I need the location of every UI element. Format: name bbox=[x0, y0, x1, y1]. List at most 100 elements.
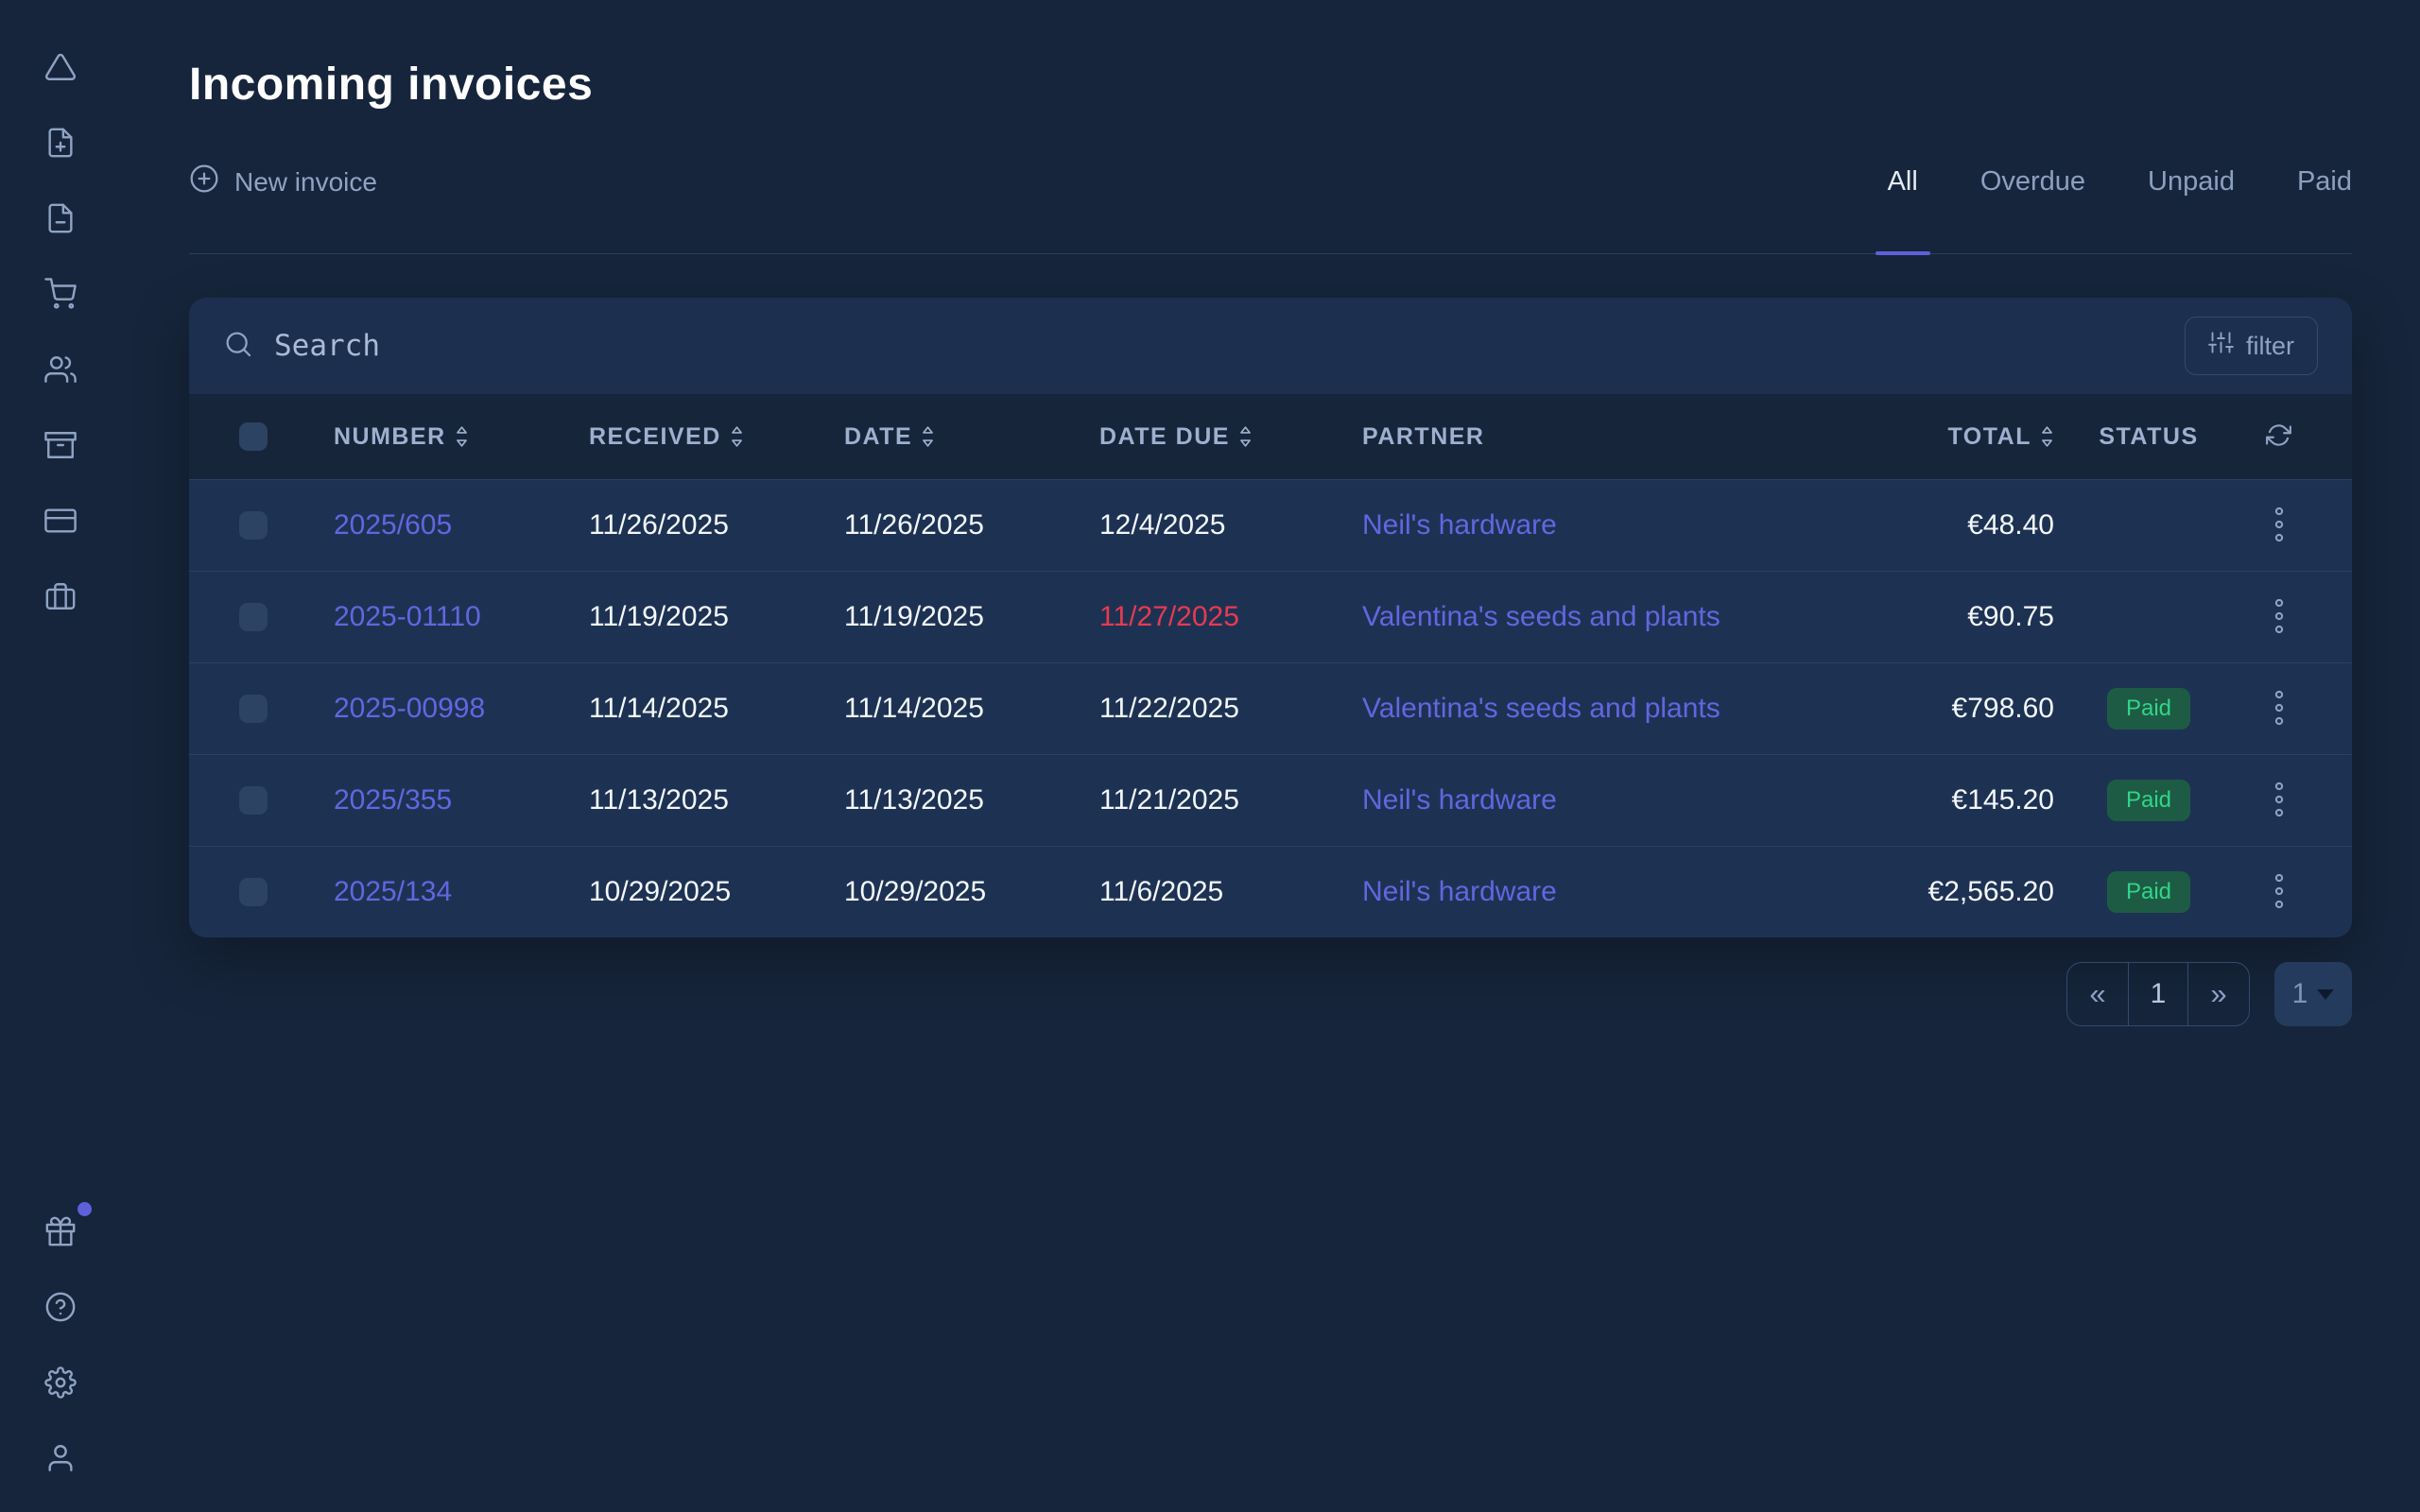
row-menu-button[interactable] bbox=[2273, 689, 2285, 730]
invoice-date: 11/26/2025 bbox=[832, 480, 1087, 571]
sliders-icon bbox=[2208, 330, 2234, 362]
row-checkbox[interactable] bbox=[239, 511, 268, 540]
sidebar-item-archive[interactable] bbox=[44, 429, 77, 461]
invoice-number-link[interactable]: 2025/605 bbox=[321, 480, 577, 571]
new-invoice-label: New invoice bbox=[234, 167, 377, 198]
kebab-menu-icon bbox=[2273, 597, 2285, 638]
invoice-number-link[interactable]: 2025/134 bbox=[321, 847, 577, 937]
column-label: DATE bbox=[844, 423, 912, 451]
table-row: 2025-00998 11/14/2025 11/14/2025 11/22/2… bbox=[189, 662, 2352, 754]
received-date: 11/26/2025 bbox=[577, 480, 832, 571]
column-label: PARTNER bbox=[1362, 423, 1484, 451]
column-header-received[interactable]: RECEIVED bbox=[577, 394, 832, 479]
column-header-status[interactable]: STATUS bbox=[2054, 394, 2243, 479]
filter-button[interactable]: filter bbox=[2185, 317, 2318, 375]
filter-label: filter bbox=[2246, 332, 2294, 361]
sidebar-item-user[interactable] bbox=[44, 1442, 77, 1474]
tab-paid[interactable]: Paid bbox=[2297, 111, 2352, 253]
file-minus-icon bbox=[44, 202, 77, 234]
sort-icon bbox=[2040, 425, 2054, 448]
page-title: Incoming invoices bbox=[189, 59, 2352, 111]
sidebar-logo[interactable] bbox=[44, 51, 77, 83]
refresh-icon bbox=[2266, 422, 2291, 451]
partner-link[interactable]: Valentina's seeds and plants bbox=[1350, 572, 1789, 662]
sidebar-item-gift[interactable] bbox=[44, 1215, 77, 1247]
sidebar-item-cart[interactable] bbox=[44, 278, 77, 310]
column-label: NUMBER bbox=[334, 423, 446, 451]
received-date: 11/19/2025 bbox=[577, 572, 832, 662]
tab-all[interactable]: All bbox=[1888, 111, 1918, 253]
status-badge: Paid bbox=[2107, 780, 2190, 821]
column-label: TOTAL bbox=[1947, 423, 2031, 451]
gift-icon bbox=[44, 1215, 77, 1247]
kebab-menu-icon bbox=[2273, 506, 2285, 546]
notification-dot bbox=[78, 1202, 92, 1216]
row-checkbox[interactable] bbox=[239, 695, 268, 723]
column-header-total[interactable]: TOTAL bbox=[1789, 394, 2054, 479]
refresh-button[interactable] bbox=[2266, 422, 2291, 451]
help-circle-icon bbox=[44, 1291, 77, 1323]
column-header-partner[interactable]: PARTNER bbox=[1350, 394, 1789, 479]
sort-icon bbox=[921, 425, 935, 448]
row-checkbox[interactable] bbox=[239, 603, 268, 631]
pager-group: « 1 » bbox=[2066, 962, 2250, 1026]
invoice-date: 11/13/2025 bbox=[832, 755, 1087, 846]
invoice-date: 11/14/2025 bbox=[832, 663, 1087, 754]
sidebar-item-file-plus[interactable] bbox=[44, 127, 77, 159]
column-header-date[interactable]: DATE bbox=[832, 394, 1087, 479]
row-menu-button[interactable] bbox=[2273, 506, 2285, 546]
column-label: RECEIVED bbox=[589, 423, 721, 451]
sidebar bbox=[0, 0, 121, 1512]
invoice-number-link[interactable]: 2025-00998 bbox=[321, 663, 577, 754]
pagination-next-button[interactable]: » bbox=[2188, 963, 2249, 1025]
tab-label: Unpaid bbox=[2148, 166, 2235, 198]
pagination-prev-button[interactable]: « bbox=[2067, 963, 2128, 1025]
kebab-menu-icon bbox=[2273, 689, 2285, 730]
due-date: 11/22/2025 bbox=[1087, 663, 1350, 754]
briefcase-icon bbox=[44, 580, 77, 612]
credit-card-icon bbox=[44, 505, 77, 537]
table-body: 2025/605 11/26/2025 11/26/2025 12/4/2025… bbox=[189, 479, 2352, 937]
row-menu-button[interactable] bbox=[2273, 597, 2285, 638]
sidebar-item-settings[interactable] bbox=[44, 1366, 77, 1399]
caret-down-icon bbox=[2317, 989, 2334, 1000]
pagination: « 1 » 1 bbox=[189, 962, 2352, 1026]
partner-link[interactable]: Neil's hardware bbox=[1350, 847, 1789, 937]
row-menu-button[interactable] bbox=[2273, 781, 2285, 821]
tab-overdue[interactable]: Overdue bbox=[1980, 111, 2085, 253]
row-checkbox[interactable] bbox=[239, 786, 268, 815]
tab-label: Paid bbox=[2297, 166, 2352, 198]
due-date: 11/27/2025 bbox=[1087, 572, 1350, 662]
select-all-checkbox[interactable] bbox=[239, 422, 268, 451]
column-header-date_due[interactable]: DATE DUE bbox=[1087, 394, 1350, 479]
row-checkbox[interactable] bbox=[239, 878, 268, 906]
sidebar-item-file-minus[interactable] bbox=[44, 202, 77, 234]
shopping-cart-icon bbox=[44, 278, 77, 310]
sidebar-item-credit-card[interactable] bbox=[44, 505, 77, 537]
table-row: 2025/355 11/13/2025 11/13/2025 11/21/202… bbox=[189, 754, 2352, 846]
sidebar-bottom-group bbox=[44, 1215, 77, 1474]
page-size-select[interactable]: 1 bbox=[2274, 962, 2352, 1026]
due-date: 12/4/2025 bbox=[1087, 480, 1350, 571]
tab-unpaid[interactable]: Unpaid bbox=[2148, 111, 2235, 253]
column-label: DATE DUE bbox=[1099, 423, 1230, 451]
partner-link[interactable]: Neil's hardware bbox=[1350, 480, 1789, 571]
due-date: 11/6/2025 bbox=[1087, 847, 1350, 937]
column-header-number[interactable]: NUMBER bbox=[321, 394, 577, 479]
row-menu-button[interactable] bbox=[2273, 872, 2285, 913]
partner-link[interactable]: Valentina's seeds and plants bbox=[1350, 663, 1789, 754]
invoice-number-link[interactable]: 2025/355 bbox=[321, 755, 577, 846]
invoice-total: €798.60 bbox=[1789, 663, 2054, 754]
partner-link[interactable]: Neil's hardware bbox=[1350, 755, 1789, 846]
search-input[interactable] bbox=[274, 329, 2164, 363]
sidebar-item-help[interactable] bbox=[44, 1291, 77, 1323]
users-icon bbox=[44, 353, 77, 386]
sidebar-item-briefcase[interactable] bbox=[44, 580, 77, 612]
filter-tabs: All Overdue Unpaid Paid bbox=[1888, 111, 2352, 253]
sidebar-item-users[interactable] bbox=[44, 353, 77, 386]
search-row: filter bbox=[189, 298, 2352, 394]
new-invoice-button[interactable]: New invoice bbox=[189, 163, 377, 200]
search-icon bbox=[223, 329, 253, 364]
invoice-total: €2,565.20 bbox=[1789, 847, 2054, 937]
invoice-number-link[interactable]: 2025-01110 bbox=[321, 572, 577, 662]
